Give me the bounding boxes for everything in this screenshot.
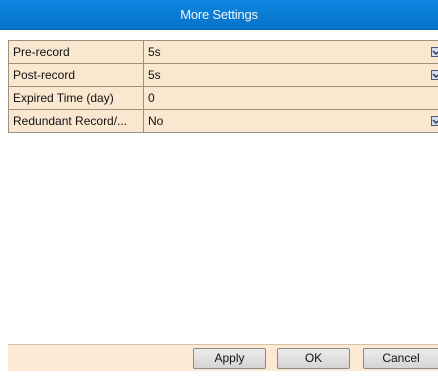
setting-row-expired-time: Expired Time (day) 0 [8, 86, 438, 110]
pre-record-value: 5s [148, 44, 161, 59]
expired-time-field[interactable]: 0 [143, 86, 438, 110]
chevron-down-icon[interactable] [431, 115, 438, 126]
cancel-button[interactable]: Cancel [363, 348, 438, 369]
pre-record-select[interactable]: 5s [143, 40, 438, 64]
post-record-select[interactable]: 5s [143, 63, 438, 87]
redundant-record-value: No [148, 113, 164, 128]
dialog-footer: Apply OK Cancel [8, 344, 438, 371]
setting-row-post-record: Post-record 5s [8, 63, 438, 87]
settings-table: Pre-record 5s Post-record 5s Expired Tim… [8, 40, 438, 133]
setting-label-post-record: Post-record [8, 63, 144, 87]
setting-label-pre-record: Pre-record [8, 40, 144, 64]
setting-row-pre-record: Pre-record 5s [8, 40, 438, 64]
more-settings-dialog: More Settings Pre-record 5s Post-record … [0, 0, 438, 380]
dialog-titlebar: More Settings [0, 0, 438, 30]
apply-button[interactable]: Apply [193, 348, 266, 369]
redundant-record-select[interactable]: No [143, 109, 438, 133]
expired-time-value: 0 [148, 90, 155, 105]
setting-row-redundant-record: Redundant Record/... No [8, 109, 438, 133]
chevron-down-icon[interactable] [431, 69, 438, 80]
dialog-title: More Settings [180, 7, 258, 22]
post-record-value: 5s [148, 67, 161, 82]
setting-label-redundant-record: Redundant Record/... [8, 109, 144, 133]
ok-button[interactable]: OK [277, 348, 350, 369]
setting-label-expired-time: Expired Time (day) [8, 86, 144, 110]
chevron-down-icon[interactable] [431, 46, 438, 57]
